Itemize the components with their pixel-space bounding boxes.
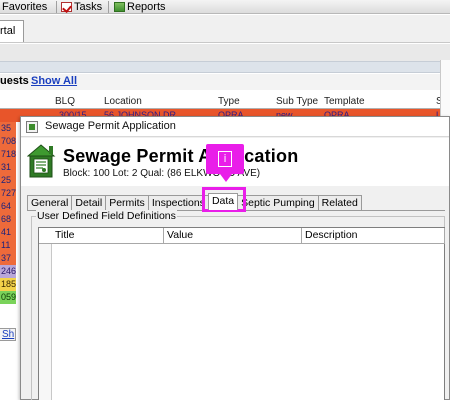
tab-data[interactable]: Data: [207, 193, 239, 210]
user-defined-fields-grid[interactable]: Title Value Description: [38, 227, 445, 400]
group-label: User Defined Field Definitions: [36, 210, 177, 222]
menu-bar: Favorites Tasks Reports: [0, 0, 450, 14]
request-id-link[interactable]: 64: [0, 200, 16, 213]
tasks-label: Tasks: [74, 0, 103, 13]
favorites-label: Favorites: [2, 0, 48, 13]
tab-permits[interactable]: Permits: [105, 195, 149, 210]
menu-separator: [108, 1, 109, 13]
request-id-link[interactable]: 059: [0, 291, 16, 304]
request-id-link[interactable]: 68: [0, 213, 16, 226]
house-document-icon: [27, 144, 56, 178]
request-id-column: 35 708 718 31 25 727 64 68 41 11 37 246 185 059: [0, 122, 16, 322]
requests-title: uests: [0, 75, 29, 87]
document-tab-strip: rtal: [0, 15, 450, 43]
request-id-link[interactable]: 11: [0, 239, 16, 252]
request-id-link[interactable]: 708: [0, 135, 16, 148]
request-id-link[interactable]: 31: [0, 161, 16, 174]
tab-detail[interactable]: Detail: [71, 195, 107, 210]
grid-header: Title Value Description: [39, 228, 445, 244]
tab-related[interactable]: Related: [317, 195, 362, 210]
column-header[interactable]: Type: [218, 95, 240, 109]
request-id-link[interactable]: 246: [0, 265, 16, 278]
dialog-header-title: Sewage Permit Application: [63, 146, 299, 166]
grid-column-header[interactable]: Description: [302, 228, 445, 244]
grid-column-header[interactable]: Title: [52, 228, 164, 244]
reports-icon: [114, 2, 125, 12]
application-icon: [26, 121, 38, 133]
column-header[interactable]: Sub Type: [276, 95, 318, 109]
column-header[interactable]: BLQ: [55, 95, 75, 109]
menu-tasks[interactable]: Tasks: [61, 0, 102, 14]
request-id-link[interactable]: 41: [0, 226, 16, 239]
grid-row-header: [39, 244, 52, 400]
menu-reports[interactable]: Reports: [114, 0, 166, 14]
show-link[interactable]: Sh: [0, 328, 16, 341]
show-all-link[interactable]: Show All: [31, 75, 77, 87]
menu-favorites[interactable]: Favorites: [2, 0, 47, 14]
request-id-link[interactable]: 185: [0, 278, 16, 291]
request-id-link[interactable]: 718: [0, 148, 16, 161]
portal-tab[interactable]: rtal: [0, 20, 24, 42]
tab-septic-pumping[interactable]: Septic Pumping: [237, 195, 319, 210]
requests-header: uests Show All: [0, 74, 450, 90]
grid-column-header[interactable]: Value: [164, 228, 302, 244]
column-header[interactable]: Template: [324, 95, 365, 109]
request-id-link[interactable]: 37: [0, 252, 16, 265]
reports-label: Reports: [127, 0, 166, 13]
info-tooltip: i: [206, 144, 244, 182]
section-divider: [0, 61, 450, 73]
dialog-window-title: Sewage Permit Application: [45, 120, 176, 132]
tab-general[interactable]: General: [27, 195, 73, 210]
info-icon: i: [218, 151, 232, 167]
dialog-titlebar[interactable]: Sewage Permit Application: [21, 117, 449, 137]
request-id-link[interactable]: 727: [0, 187, 16, 200]
request-id-link[interactable]: 25: [0, 174, 16, 187]
portal-tab-label: rtal: [0, 25, 16, 37]
request-id-link[interactable]: 35: [0, 122, 16, 135]
tasks-icon: [61, 2, 72, 12]
dialog-tabs: General Detail Permits Inspections Data Septi…: [27, 193, 362, 210]
tab-inspections[interactable]: Inspections: [147, 195, 209, 210]
column-header[interactable]: Location: [104, 95, 142, 109]
menu-separator: [56, 1, 57, 13]
